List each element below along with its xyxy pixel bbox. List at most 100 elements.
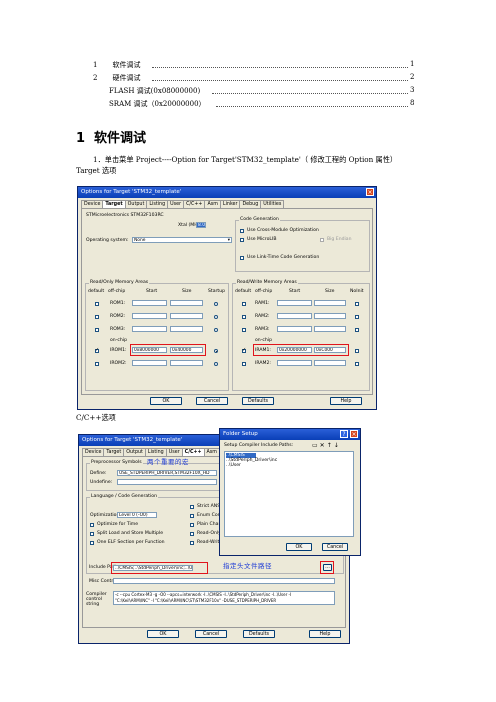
column-header: Start — [146, 289, 158, 294]
defaults-button[interactable]: Defaults — [242, 397, 274, 405]
iram2-default-checkbox[interactable] — [242, 362, 246, 366]
rom1-size-input[interactable] — [170, 300, 203, 306]
irom2-size-input[interactable] — [170, 360, 203, 366]
undefine-label: Undefine: — [90, 480, 113, 485]
column-header: Size — [325, 289, 335, 294]
rom3-default-checkbox[interactable] — [95, 328, 99, 332]
help-button[interactable]: Help — [330, 397, 362, 405]
ok-button[interactable]: OK — [147, 630, 179, 638]
rom3-start-input[interactable] — [132, 326, 167, 332]
target-panel: STMicroelectronics STM32F103RC Xtal (MHz… — [81, 208, 373, 395]
ram2-noinit-checkbox[interactable] — [355, 315, 359, 319]
ok-button[interactable]: OK — [286, 543, 312, 551]
checkbox-label: Use Cross-Module Optimization — [247, 228, 319, 233]
ram1-noinit-checkbox[interactable] — [355, 302, 359, 306]
move-up-icon[interactable]: ↑ — [327, 442, 334, 449]
group-title: Preprocessor Symbols — [90, 460, 143, 465]
iram2-size-input[interactable] — [314, 360, 346, 366]
define-input[interactable]: USE_STDPERIPH_DRIVER,STM32F10X_HD — [117, 470, 217, 476]
include-path-list[interactable]: ..\CMSIS ..\StdPeriph_Driver\inc ..\User — [224, 451, 354, 537]
iram2-start-input[interactable] — [277, 360, 312, 366]
ram1-default-checkbox[interactable] — [242, 302, 246, 306]
plain-char-checkbox[interactable] — [190, 523, 194, 527]
rom2-start-input[interactable] — [132, 313, 167, 319]
toc-page: 2 — [410, 73, 415, 81]
misc-controls-input[interactable] — [113, 578, 335, 584]
toc-entry-2[interactable]: 2 硬件调试 — [93, 73, 140, 83]
ram3-size-input[interactable] — [314, 326, 346, 332]
defaults-button[interactable]: Defaults — [243, 630, 275, 638]
toc-page: 3 — [410, 86, 415, 94]
chevron-down-icon: ▾ — [227, 238, 230, 243]
toc-entry-4[interactable]: SRAM 调试（0x20000000） — [109, 99, 206, 109]
readonly-memory-group: Read/Only Memory Areas default off-chip … — [85, 280, 229, 391]
readwrite-memory-group: Read/Write Memory Areas default off-chip… — [232, 280, 370, 391]
ram2-start-input[interactable] — [277, 313, 312, 319]
highlight-box — [111, 562, 208, 574]
split-load-checkbox[interactable] — [90, 532, 94, 536]
iram1-noinit-checkbox[interactable] — [355, 349, 359, 353]
column-header: off-chip — [108, 289, 126, 294]
rom3-size-input[interactable] — [170, 326, 203, 332]
big-endian-checkbox[interactable] — [320, 238, 324, 242]
row-label: IROM2: — [110, 361, 127, 366]
toc-entry-1[interactable]: 1 软件调试 — [93, 60, 140, 70]
strict-ansi-checkbox[interactable] — [190, 505, 194, 509]
ram3-default-checkbox[interactable] — [242, 328, 246, 332]
dialog-titlebar: Options for Target 'STM32_template' × — [78, 187, 376, 198]
one-elf-checkbox[interactable] — [90, 541, 94, 545]
new-folder-icon[interactable]: ▭ — [312, 442, 320, 449]
folder-toolbar: ▭✕↑↓ — [312, 442, 341, 449]
checkbox-label: Use MicroLIB — [247, 237, 277, 242]
column-header: Start — [289, 289, 301, 294]
iram1-default-checkbox[interactable] — [242, 347, 246, 353]
os-select[interactable]: None ▾ — [132, 237, 232, 243]
irom2-startup-radio[interactable] — [214, 362, 218, 366]
rom1-default-checkbox[interactable] — [95, 302, 99, 306]
ram3-start-input[interactable] — [277, 326, 312, 332]
irom2-start-input[interactable] — [132, 360, 167, 366]
help-icon[interactable]: ? — [340, 430, 348, 438]
column-header: Size — [182, 289, 192, 294]
xtal-input[interactable]: 8.0 — [196, 222, 206, 228]
group-title: Read/Write Memory Areas — [236, 280, 298, 285]
close-icon[interactable]: × — [366, 188, 374, 196]
rom1-start-input[interactable] — [132, 300, 167, 306]
rom1-startup-radio[interactable] — [214, 302, 218, 306]
iram2-noinit-checkbox[interactable] — [355, 362, 359, 366]
rom2-startup-radio[interactable] — [214, 315, 218, 319]
undefine-input[interactable] — [117, 479, 217, 485]
ram3-noinit-checkbox[interactable] — [355, 328, 359, 332]
ram1-size-input[interactable] — [314, 300, 346, 306]
toc-entry-3[interactable]: FLASH 调试(0x08000000) — [109, 86, 200, 96]
move-down-icon[interactable]: ↓ — [334, 442, 341, 449]
ltcg-checkbox[interactable] — [240, 256, 244, 260]
ram2-default-checkbox[interactable] — [242, 315, 246, 319]
ram1-start-input[interactable] — [277, 300, 312, 306]
rom3-startup-radio[interactable] — [214, 328, 218, 332]
ok-button[interactable]: OK — [150, 397, 182, 405]
help-button[interactable]: Help — [309, 630, 341, 638]
close-icon[interactable]: × — [350, 430, 358, 438]
toc-page: 1 — [410, 60, 415, 68]
cancel-button[interactable]: Cancel — [196, 397, 228, 405]
irom1-startup-radio[interactable] — [214, 349, 218, 353]
row-label: ROM3: — [110, 327, 126, 332]
delete-icon[interactable]: ✕ — [320, 442, 327, 449]
row-label: RAM2: — [255, 314, 270, 319]
read-only-pos-checkbox[interactable] — [190, 532, 194, 536]
list-item[interactable]: ..\User — [226, 463, 352, 468]
rom2-default-checkbox[interactable] — [95, 315, 99, 319]
cross-module-checkbox[interactable] — [240, 229, 244, 233]
optimize-time-checkbox[interactable] — [90, 523, 94, 527]
cancel-button[interactable]: Cancel — [322, 543, 348, 551]
cancel-button[interactable]: Cancel — [195, 630, 227, 638]
optimization-select[interactable]: Level 0 (-O0) — [117, 512, 157, 518]
irom2-default-checkbox[interactable] — [95, 362, 99, 366]
enum-container-checkbox[interactable] — [190, 514, 194, 518]
microlib-checkbox[interactable] — [240, 238, 244, 242]
ram2-size-input[interactable] — [314, 313, 346, 319]
irom1-default-checkbox[interactable] — [95, 347, 99, 353]
rom2-size-input[interactable] — [170, 313, 203, 319]
read-write-pos-checkbox[interactable] — [190, 541, 194, 545]
